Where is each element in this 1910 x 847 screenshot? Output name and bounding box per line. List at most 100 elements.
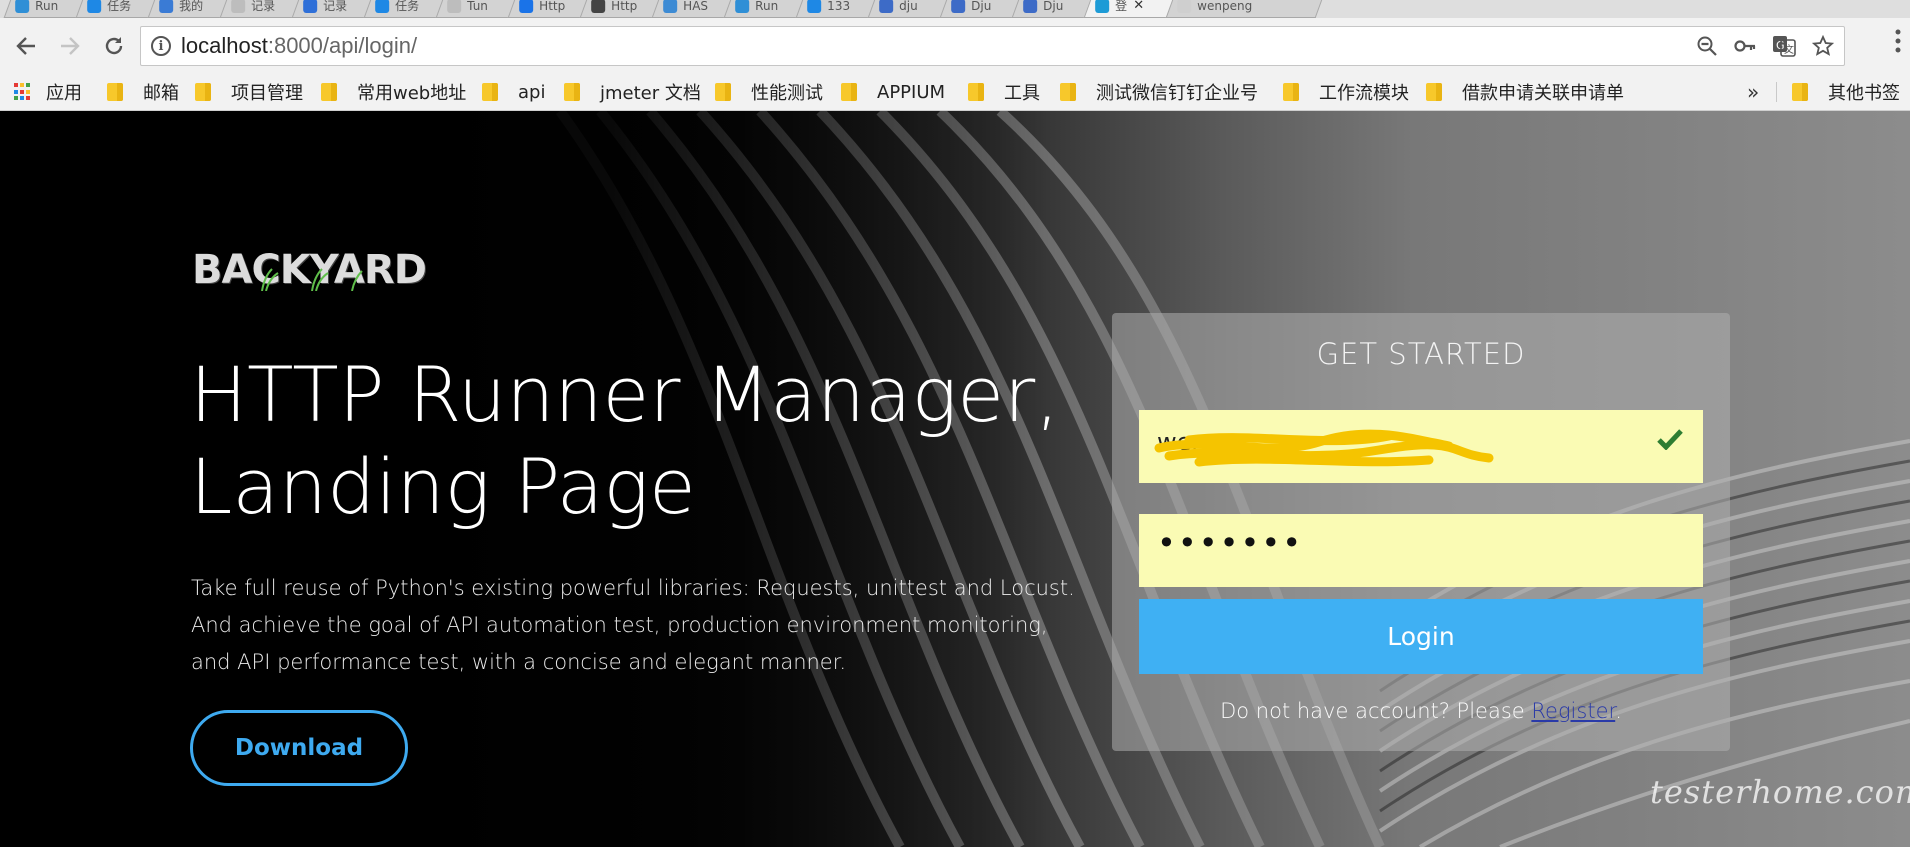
page-description: Take full reuse of Python's existing pow… xyxy=(191,570,1075,681)
favicon-icon xyxy=(591,0,606,13)
tab-label: 记录 xyxy=(323,0,348,13)
bookmark-item[interactable]: 测试微信钉钉企业号 xyxy=(1060,74,1266,110)
address-bar[interactable]: i localhost:8000/api/login/ G文 xyxy=(140,26,1845,66)
close-tab-icon[interactable]: ✕ xyxy=(1133,0,1144,13)
tab-content: Run xyxy=(729,0,805,17)
register-prompt: Do not have account? Please Register. xyxy=(1112,699,1730,723)
favicon-icon xyxy=(519,0,534,13)
bookmark-item[interactable]: 邮箱 xyxy=(107,74,179,110)
tab-label: HAS xyxy=(683,0,709,13)
folder-icon xyxy=(968,83,984,101)
bookmark-label: 常用web地址 xyxy=(357,83,467,104)
translate-icon[interactable]: G文 xyxy=(1772,35,1796,57)
bookmark-item[interactable]: 项目管理 xyxy=(195,74,303,110)
bookmark-apps[interactable]: 应用 xyxy=(14,74,82,110)
bookmark-label: api xyxy=(518,81,546,103)
description-line: Take full reuse of Python's existing pow… xyxy=(191,576,1075,600)
zoom-icon[interactable] xyxy=(1696,35,1718,57)
title-line: HTTP Runner Manager, xyxy=(190,350,1060,439)
tab-label: Run xyxy=(755,0,779,13)
bookmark-label: 工作流模块 xyxy=(1319,83,1409,104)
url-text[interactable]: localhost:8000/api/login/ xyxy=(181,33,417,59)
page-title: HTTP Runner Manager, Landing Page xyxy=(190,349,1070,533)
bookmark-item[interactable]: jmeter 文档 xyxy=(564,74,701,110)
forward-button[interactable] xyxy=(52,28,88,64)
favicon-icon xyxy=(159,0,174,13)
email-field[interactable]: wen xyxy=(1139,410,1703,483)
tab-content: 任务 xyxy=(369,0,445,17)
bookmark-label: 项目管理 xyxy=(231,83,303,104)
favicon-icon xyxy=(735,0,750,13)
browser-tab[interactable]: wenpeng xyxy=(1165,0,1325,18)
grass-icon xyxy=(261,268,363,291)
favicon-icon xyxy=(87,0,102,13)
tab-content: Dju xyxy=(945,0,1021,17)
bookmark-label: 邮箱 xyxy=(143,83,179,104)
tab-label: 我的 xyxy=(179,0,204,13)
favicon-icon xyxy=(15,0,30,13)
bookmark-item[interactable]: 常用web地址 xyxy=(321,74,466,110)
bookmark-label: 借款申请关联申请单 xyxy=(1462,83,1624,104)
tab-content: 记录 xyxy=(225,0,301,17)
bookmark-label: 测试微信钉钉企业号 xyxy=(1096,83,1258,104)
favicon-icon xyxy=(303,0,318,13)
tab-label: Tun xyxy=(467,0,488,13)
folder-icon xyxy=(482,83,498,101)
star-icon[interactable] xyxy=(1812,35,1834,57)
bookmark-label: APPIUM xyxy=(877,81,946,103)
check-icon xyxy=(1657,429,1683,450)
folder-icon xyxy=(1283,83,1299,101)
bookmark-item[interactable]: 工具 xyxy=(968,74,1040,110)
password-value: ••••••• xyxy=(1157,524,1304,562)
tab-content: 133 xyxy=(801,0,877,17)
favicon-icon xyxy=(1095,0,1110,13)
login-button[interactable]: Login xyxy=(1139,599,1703,674)
bookmark-item[interactable]: 工作流模块 xyxy=(1283,74,1409,110)
reload-button[interactable] xyxy=(96,28,132,64)
browser-toolbar: i localhost:8000/api/login/ G文 xyxy=(0,18,1910,74)
bookmark-item[interactable]: 性能测试 xyxy=(715,74,823,110)
tab-label: Run xyxy=(35,0,59,13)
favicon-icon xyxy=(231,0,246,13)
arrow-left-icon xyxy=(16,37,35,55)
download-button[interactable]: Download xyxy=(190,710,408,786)
omnibox-icons: G文 xyxy=(1696,27,1834,65)
favicon-icon xyxy=(1177,0,1192,13)
tab-label: dju xyxy=(899,0,918,13)
svg-text:文: 文 xyxy=(1784,43,1794,56)
folder-icon xyxy=(841,83,857,101)
tab-content: 任务 xyxy=(81,0,157,17)
description-line: and API performance test, with a concise… xyxy=(191,650,847,674)
tab-label: 任务 xyxy=(395,0,420,13)
info-icon[interactable]: i xyxy=(151,36,171,56)
tab-label: 任务 xyxy=(107,0,132,13)
favicon-icon xyxy=(807,0,822,13)
tab-strip: Run 任务 我的 记录 记录 任务 Tun Http Http HAS Run 133 dju Dju D… xyxy=(0,0,1910,18)
bookmarks-overflow-button[interactable]: » xyxy=(1747,74,1759,110)
bookmark-label: 性能测试 xyxy=(751,83,823,104)
back-button[interactable] xyxy=(8,28,44,64)
password-field[interactable]: ••••••• xyxy=(1139,514,1703,587)
tab-label: Http xyxy=(611,0,638,13)
tab-content: Http xyxy=(513,0,589,17)
bookmark-item[interactable]: 借款申请关联申请单 xyxy=(1426,74,1624,110)
bookmark-item[interactable]: api xyxy=(482,74,545,110)
bookmark-label: 应用 xyxy=(46,83,82,104)
tab-label: 133 xyxy=(827,0,851,13)
menu-icon[interactable] xyxy=(1894,28,1902,64)
bookmark-label: 其他书签 xyxy=(1828,83,1900,104)
bookmark-label: 工具 xyxy=(1004,83,1040,104)
bookmark-other[interactable]: 其他书签 xyxy=(1792,74,1900,110)
landing-page: BACKYARD HTTP Runner Manager, Landing Pa… xyxy=(0,111,1910,847)
register-prefix: Do not have account? Please xyxy=(1220,699,1532,723)
register-suffix: . xyxy=(1615,699,1622,723)
favicon-icon xyxy=(663,0,678,13)
key-icon[interactable] xyxy=(1734,35,1756,57)
tab-content: wenpeng xyxy=(1171,0,1319,17)
tab-content: HAS xyxy=(657,0,733,17)
login-title: GET STARTED xyxy=(1316,337,1526,371)
register-link[interactable]: Register xyxy=(1531,699,1615,723)
folder-icon xyxy=(107,83,123,101)
bookmark-item[interactable]: APPIUM xyxy=(841,74,945,110)
tab-content: Run xyxy=(9,0,85,17)
